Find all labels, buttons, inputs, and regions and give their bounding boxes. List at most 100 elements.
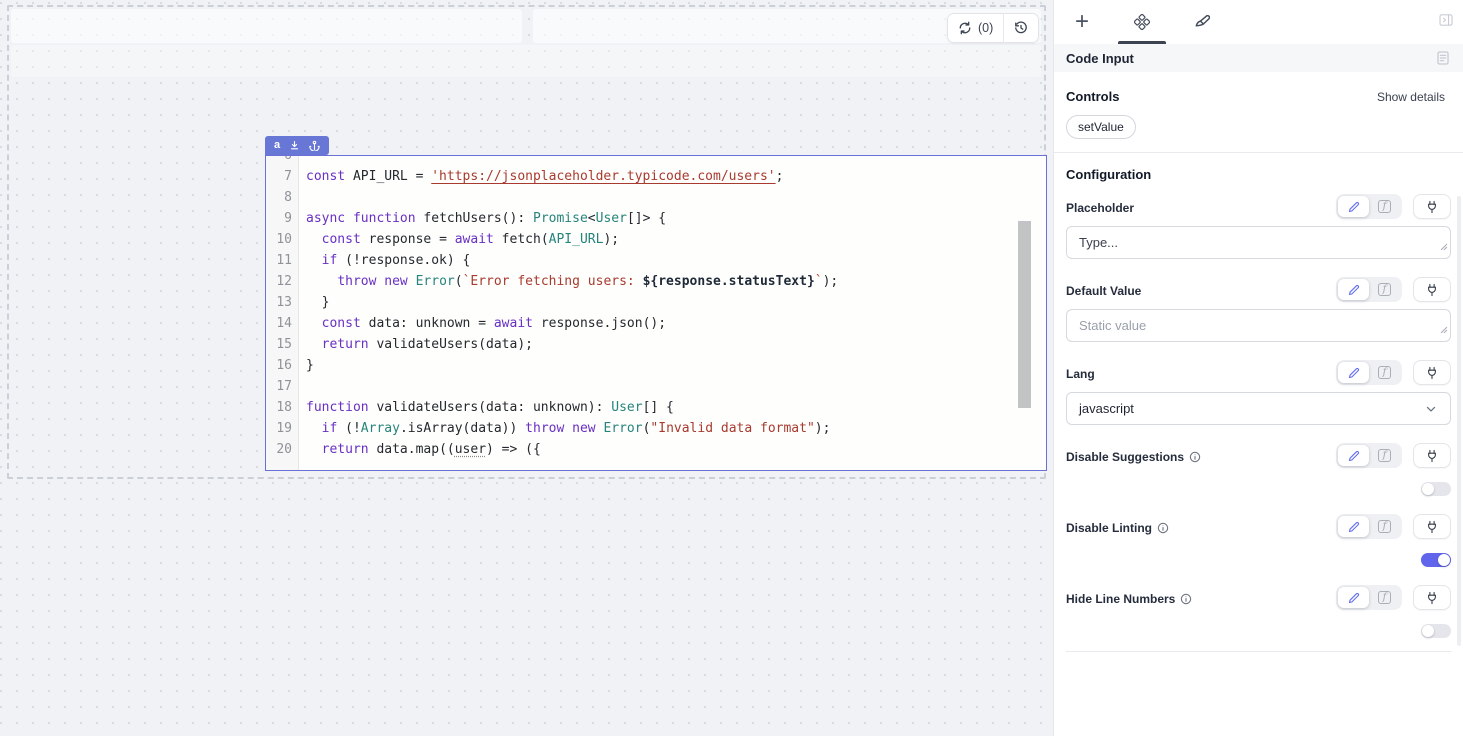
code-line[interactable]: if (!Array.isArray(data)) throw new Erro…	[306, 418, 1046, 439]
code-line[interactable]: const data: unknown = await response.jso…	[306, 313, 1046, 334]
code-line[interactable]: function validateUsers(data: unknown): U…	[306, 397, 1046, 418]
field-default-value-input[interactable]: Static value	[1066, 309, 1451, 342]
plug-icon	[1425, 366, 1439, 380]
resize-grip-icon[interactable]	[1440, 238, 1448, 256]
field-disable-suggestions-edit-mode-button[interactable]	[1338, 445, 1369, 466]
show-details-link[interactable]: Show details	[1377, 90, 1445, 104]
field-default-value-bind-button[interactable]	[1413, 277, 1451, 302]
tab-styles[interactable]	[1174, 0, 1230, 44]
field-disable-linting-fx-mode-button[interactable]: f	[1369, 516, 1400, 537]
field-lang-edit-mode-button[interactable]	[1338, 362, 1369, 383]
widget-name-tag[interactable]: a	[265, 136, 329, 155]
field-hide-line-numbers-edit-mode-button[interactable]	[1338, 587, 1369, 608]
chevron-down-icon	[1424, 402, 1438, 416]
refresh-button[interactable]: (0)	[948, 14, 1003, 42]
field-placeholder-actions: f	[1336, 194, 1451, 219]
pencil-icon	[1348, 592, 1360, 604]
field-placeholder-mode-switch: f	[1336, 194, 1402, 219]
widgets-icon	[1134, 14, 1150, 30]
field-default-value-edit-mode-button[interactable]	[1338, 279, 1369, 300]
field-placeholder-input[interactable]: Type...	[1066, 226, 1451, 259]
configuration-section: Configuration PlaceholderfType...Default…	[1054, 153, 1463, 652]
code-editor[interactable]: 67891011121314151617181920 const API_URL…	[266, 156, 1046, 470]
code-line[interactable]: }	[306, 292, 1046, 313]
field-default-value-actions: f	[1336, 277, 1451, 302]
line-number: 8	[266, 187, 299, 208]
field-placeholder-fx-mode-button[interactable]: f	[1369, 196, 1400, 217]
code-line[interactable]: const response = await fetch(API_URL);	[306, 229, 1046, 250]
field-default-value: Default Value f Static value	[1066, 277, 1451, 342]
field-lang-mode-switch: f	[1336, 360, 1402, 385]
field-lang-bind-button[interactable]	[1413, 360, 1451, 385]
canvas[interactable]: (0) a 67891011121314151617181920	[0, 0, 1053, 736]
panel-scrollbar[interactable]	[1457, 196, 1461, 646]
code-line[interactable]: }	[306, 355, 1046, 376]
field-hide-line-numbers-bind-button[interactable]	[1413, 585, 1451, 610]
method-chip-setValue[interactable]: setValue	[1066, 115, 1136, 139]
code-line[interactable]: throw new Error(`Error fetching users: $…	[306, 271, 1046, 292]
code-line[interactable]	[306, 376, 1046, 397]
field-disable-suggestions-bind-button[interactable]	[1413, 443, 1451, 468]
field-hide-line-numbers-fx-mode-button[interactable]: f	[1369, 587, 1400, 608]
collapse-panel-button[interactable]	[1438, 12, 1454, 31]
code-line[interactable]	[306, 187, 1046, 208]
field-default-value-fx-mode-button[interactable]: f	[1369, 279, 1400, 300]
line-number: 12	[266, 271, 299, 292]
tab-add-widgets[interactable]: +	[1054, 0, 1110, 44]
field-lang: Lang f javascript	[1066, 360, 1451, 425]
code-line[interactable]: return data.map((user) => ({	[306, 439, 1046, 460]
plus-icon: +	[1075, 10, 1089, 34]
field-lang-fx-mode-button[interactable]: f	[1369, 362, 1400, 383]
refresh-count: (0)	[978, 21, 993, 35]
document-icon[interactable]	[1435, 50, 1451, 66]
line-number: 13	[266, 292, 299, 313]
fx-icon: f	[1378, 283, 1391, 296]
code-line[interactable]	[306, 156, 1046, 166]
pencil-icon	[1348, 367, 1360, 379]
history-button[interactable]	[1003, 14, 1038, 42]
plug-icon	[1425, 283, 1439, 297]
anchor-icon[interactable]	[309, 140, 320, 151]
field-placeholder-bind-button[interactable]	[1413, 194, 1451, 219]
line-number: 17	[266, 376, 299, 397]
field-disable-suggestions-label: Disable Suggestions	[1066, 450, 1201, 468]
resize-grip-icon	[1440, 243, 1448, 251]
code-line[interactable]: return validateUsers(data);	[306, 334, 1046, 355]
field-default-value-label: Default Value	[1066, 284, 1141, 302]
code-line[interactable]: const API_URL = 'https://jsonplaceholder…	[306, 166, 1046, 187]
field-disable-suggestions-toggle[interactable]	[1421, 482, 1451, 496]
field-hide-line-numbers-toggle[interactable]	[1421, 624, 1451, 638]
pencil-icon	[1348, 284, 1360, 296]
code-line[interactable]: async function fetchUsers(): Promise<Use…	[306, 208, 1046, 229]
fx-icon: f	[1378, 520, 1391, 533]
field-lang-select[interactable]: javascript	[1066, 392, 1451, 425]
plug-icon	[1425, 520, 1439, 534]
line-number: 18	[266, 397, 299, 418]
line-number: 11	[266, 250, 299, 271]
field-disable-linting-actions: f	[1336, 514, 1451, 539]
fx-icon: f	[1378, 449, 1391, 462]
field-lang-label: Lang	[1066, 367, 1095, 385]
field-placeholder-edit-mode-button[interactable]	[1338, 196, 1369, 217]
line-number: 15	[266, 334, 299, 355]
field-disable-linting-toggle[interactable]	[1421, 553, 1451, 567]
info-icon	[1157, 522, 1169, 534]
line-number: 6	[266, 156, 299, 166]
tab-properties[interactable]	[1114, 0, 1170, 44]
panel-collapse-icon	[1438, 12, 1454, 28]
brush-icon	[1194, 14, 1210, 30]
resize-grip-icon	[1440, 326, 1448, 334]
field-disable-linting-edit-mode-button[interactable]	[1338, 516, 1369, 537]
field-disable-suggestions-fx-mode-button[interactable]: f	[1369, 445, 1400, 466]
move-down-to-line-icon[interactable]	[289, 140, 300, 151]
code-line[interactable]: if (!response.ok) {	[306, 250, 1046, 271]
field-hide-line-numbers-actions: f	[1336, 585, 1451, 610]
field-disable-linting: Disable Lintingf	[1066, 514, 1451, 567]
line-number: 9	[266, 208, 299, 229]
code-input-widget[interactable]: 67891011121314151617181920 const API_URL…	[265, 155, 1047, 471]
editor-scrollbar[interactable]	[1018, 221, 1031, 408]
line-number: 10	[266, 229, 299, 250]
resize-grip-icon[interactable]	[1440, 321, 1448, 339]
field-disable-linting-bind-button[interactable]	[1413, 514, 1451, 539]
field-hide-line-numbers-label: Hide Line Numbers	[1066, 592, 1192, 610]
